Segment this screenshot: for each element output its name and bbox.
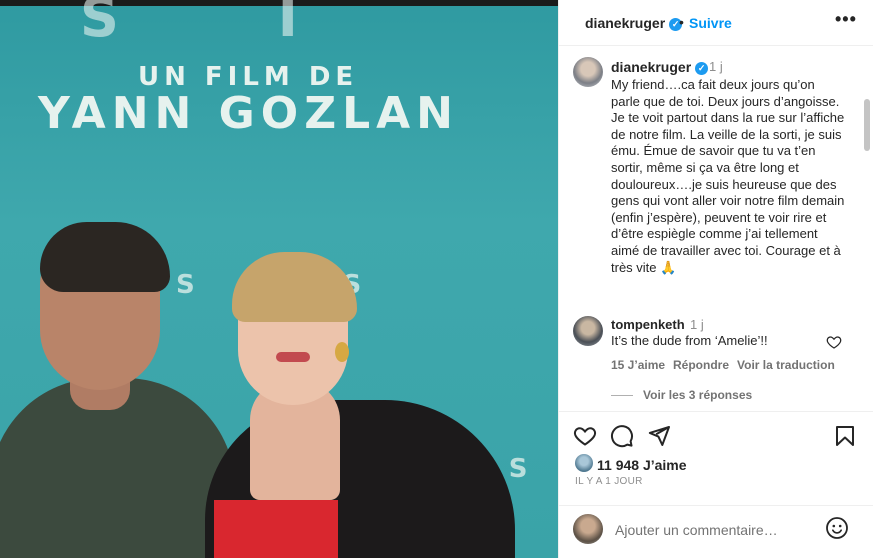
reply-button[interactable]: Répondre bbox=[673, 358, 729, 372]
header-username-link[interactable]: dianekruger ✓ bbox=[585, 15, 683, 31]
post-date[interactable]: IL Y A 1 JOUR bbox=[575, 476, 643, 487]
comment-likes-count[interactable]: 15 J’aime bbox=[611, 358, 665, 372]
replies-divider bbox=[611, 395, 633, 396]
paper-plane-icon[interactable] bbox=[647, 424, 671, 448]
poster-text-top: S I bbox=[80, 0, 368, 49]
comment-text: It’s the dude from ‘Amelie’!! bbox=[611, 333, 768, 348]
post-actions: 11 948 J’aime IL Y A 1 JOUR bbox=[559, 411, 873, 511]
comment-like-heart-icon[interactable] bbox=[826, 334, 842, 350]
caption-text: My friend….ca fait deux jours qu’on parl… bbox=[611, 77, 845, 275]
post-header: dianekruger ✓ • Suivre ••• bbox=[559, 0, 873, 46]
heart-icon[interactable] bbox=[573, 424, 597, 448]
comment-bubble-icon[interactable] bbox=[610, 424, 634, 448]
caption-avatar[interactable] bbox=[573, 57, 603, 87]
caption-username-link[interactable]: dianekruger ✓ bbox=[611, 59, 709, 75]
comment-input[interactable] bbox=[615, 519, 815, 541]
comment-avatar[interactable] bbox=[573, 316, 603, 346]
gold-earring bbox=[335, 342, 349, 362]
view-replies-button[interactable]: Voir les 3 réponses bbox=[643, 388, 752, 402]
bookmark-icon[interactable] bbox=[833, 424, 857, 448]
poster-text-director: YANN GOZLAN bbox=[38, 88, 460, 139]
woman-hair bbox=[232, 252, 357, 322]
man-hair bbox=[40, 222, 170, 292]
post-photo[interactable]: S I UN FILM DE YANN GOZLAN S I S V I S bbox=[0, 0, 558, 558]
caption-username[interactable]: dianekruger bbox=[611, 59, 691, 75]
see-translation-button[interactable]: Voir la traduction bbox=[737, 358, 835, 372]
comment-username[interactable]: tompenketh bbox=[611, 317, 685, 332]
post-side-panel: dianekruger ✓ • Suivre ••• dianekruger ✓ 1… bbox=[558, 0, 873, 558]
comments-scrollbar[interactable] bbox=[864, 99, 870, 151]
comment-timestamp[interactable]: 1 j bbox=[690, 317, 704, 332]
comments-section[interactable]: dianekruger ✓ 1 j My friend….ca fait deux… bbox=[559, 47, 873, 410]
more-options-icon[interactable]: ••• bbox=[835, 9, 857, 30]
add-comment-bar bbox=[559, 505, 873, 558]
follow-button[interactable]: Suivre bbox=[689, 15, 732, 31]
current-user-avatar bbox=[573, 514, 603, 544]
smiley-icon[interactable] bbox=[825, 516, 849, 540]
likes-count[interactable]: 11 948 J’aime bbox=[597, 457, 687, 473]
woman-lips bbox=[276, 352, 310, 362]
verified-badge-icon: ✓ bbox=[695, 62, 709, 75]
liker-avatar[interactable] bbox=[575, 454, 593, 472]
header-separator: • bbox=[679, 14, 684, 30]
caption-timestamp[interactable]: 1 j bbox=[709, 59, 723, 74]
header-username[interactable]: dianekruger bbox=[585, 15, 665, 31]
woman-red-dress bbox=[214, 500, 338, 558]
